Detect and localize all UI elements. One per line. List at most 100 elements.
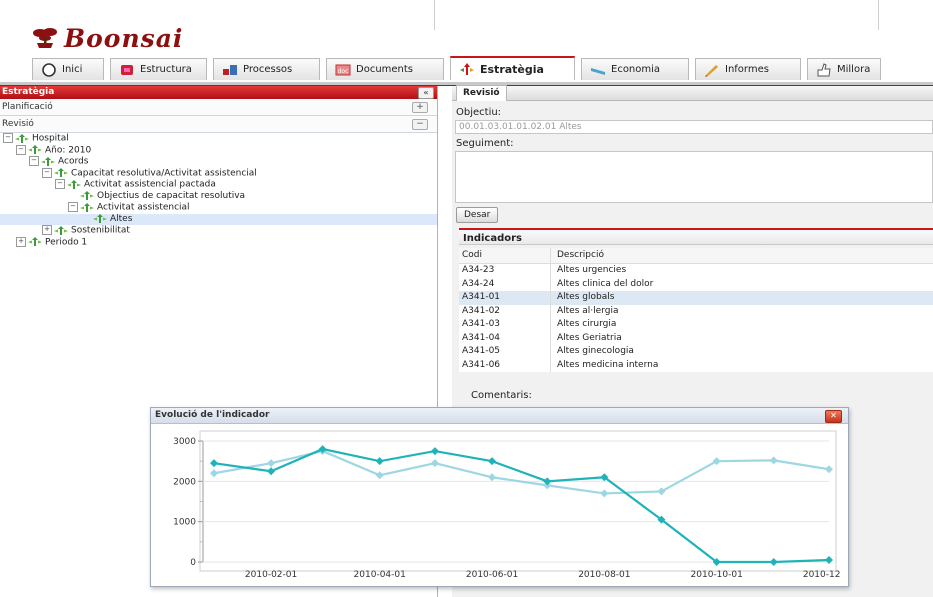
tab-reports[interactable]: Informes <box>695 58 801 80</box>
strategy-node-icon <box>54 225 68 235</box>
tree-node[interactable]: Altes <box>0 213 437 225</box>
collapse-icon[interactable]: − <box>16 144 26 155</box>
tree-node[interactable]: − Activitat assistencial <box>0 202 437 214</box>
expand-icon[interactable]: + <box>42 225 52 235</box>
indicator-evolution-window: Evolució de l'indicador ✕ 0 1000 2000 3000 2… <box>150 407 855 587</box>
tab-label: Processos <box>243 64 293 75</box>
panel-title: Estratègia <box>2 87 55 97</box>
tab-label: Inici <box>62 64 83 75</box>
top-divider <box>434 0 435 30</box>
cell-description: Altes al·lergia <box>557 305 619 316</box>
strategy-node-icon <box>80 202 94 212</box>
panel-header: Estratègia « <box>0 86 437 99</box>
collapse-icon[interactable]: − <box>412 119 428 130</box>
improvement-icon <box>816 62 832 77</box>
indicators-header: Indicadors <box>459 228 933 245</box>
tree-node[interactable]: Objectius de capacitat resolutiva <box>0 190 437 203</box>
column-code[interactable]: Codi <box>459 248 551 263</box>
structure-icon <box>119 63 135 77</box>
tab-improvement[interactable]: Millora <box>807 58 881 80</box>
data-point <box>375 471 384 480</box>
tree-node[interactable]: − Año: 2010 <box>0 144 437 157</box>
cell-description: Altes globals <box>557 292 615 302</box>
tab-structure[interactable]: Estructura <box>110 58 207 80</box>
tree-node[interactable]: − Activitat assistencial pactada <box>0 179 437 191</box>
app-logo: Boonsai <box>32 20 183 56</box>
cell-code: A34-23 <box>459 264 551 278</box>
evolution-chart: 0 1000 2000 3000 2010-02-01 2010-04-01 2010-06… <box>156 427 855 580</box>
tab-home[interactable]: Inici <box>32 58 104 80</box>
data-point <box>769 456 778 465</box>
chart-svg: 0 1000 2000 3000 2010-02-01 2010-04-01 2010-06… <box>173 430 855 580</box>
cell-description: Altes ginecologia <box>557 346 634 356</box>
strategy-node-icon <box>80 190 94 200</box>
collapse-icon[interactable]: − <box>29 156 39 166</box>
cell-code: A34-24 <box>459 277 551 291</box>
app-name: Boonsai <box>64 23 184 53</box>
close-icon[interactable]: ✕ <box>825 410 842 423</box>
objective-field[interactable]: 00.01.03.01.01.02.01 Altes <box>455 120 933 134</box>
table-row[interactable]: A341-05 Altes ginecologia <box>459 345 933 359</box>
table-row[interactable]: A34-24 Altes clinica del dolor <box>459 277 933 291</box>
accordion-revisio[interactable]: Revisió − <box>0 116 437 133</box>
followup-textarea[interactable] <box>455 151 933 203</box>
objective-label: Objectiu: <box>456 107 502 118</box>
table-row[interactable]: A341-01 Altes globals <box>459 291 933 305</box>
tab-label: Documents <box>356 64 414 75</box>
documents-icon: doc <box>335 63 351 77</box>
save-button[interactable]: Desar <box>456 207 499 223</box>
tab-strategy[interactable]: Estratègia <box>450 56 575 80</box>
strategy-node-icon <box>93 213 107 223</box>
cell-code: A341-01 <box>459 291 551 305</box>
home-icon <box>41 62 57 77</box>
tab-revisio[interactable]: Revisió <box>456 85 507 101</box>
tab-label: Estratègia <box>480 62 544 76</box>
window-titlebar[interactable]: Evolució de l'indicador ✕ <box>151 408 848 424</box>
strategy-node-icon <box>15 133 29 143</box>
tree-node-label: Objectius de capacitat resolutiva <box>97 190 246 201</box>
table-row[interactable]: A341-06 Altes medicina interna <box>459 358 933 372</box>
indicators-grid: Codi Descripció A34-23 Altes urgencies A34… <box>459 248 933 372</box>
expand-icon[interactable]: + <box>16 236 26 247</box>
grid-header: Codi Descripció <box>459 248 933 264</box>
tab-label: Economia <box>611 64 661 75</box>
data-point <box>430 459 439 468</box>
series-line <box>213 447 830 564</box>
tab-economy[interactable]: Economia <box>581 58 689 80</box>
cell-description: Altes urgencies <box>557 265 627 275</box>
column-description[interactable]: Descripció <box>551 248 604 263</box>
tree-node-label: Año: 2010 <box>45 145 92 155</box>
table-row[interactable]: A34-23 Altes urgencies <box>459 264 933 278</box>
data-point <box>769 558 778 566</box>
tab-processes[interactable]: Processos <box>213 58 320 80</box>
table-row[interactable]: A341-03 Altes cirurgia <box>459 318 933 332</box>
cell-code: A341-04 <box>459 331 551 345</box>
tab-documents[interactable]: doc Documents <box>326 58 444 80</box>
expand-icon[interactable]: + <box>412 102 428 113</box>
data-point <box>488 473 497 482</box>
comments-label: Comentaris: <box>471 390 532 401</box>
data-point <box>375 457 384 466</box>
tree-node[interactable]: − Acords <box>0 156 437 168</box>
tree-node[interactable]: + Sostenibilitat <box>0 225 437 237</box>
strategy-node-icon <box>67 179 81 189</box>
tab-label: Millora <box>837 64 871 75</box>
collapse-icon[interactable]: − <box>42 167 52 178</box>
x-tick-label: 2010-10-01 <box>691 570 743 579</box>
tree-node[interactable]: + Periodo 1 <box>0 236 437 249</box>
table-row[interactable]: A341-04 Altes Geriatria <box>459 331 933 345</box>
tree-node[interactable]: − Capacitat resolutiva/Activitat assisten… <box>0 167 437 180</box>
accordion-planificacio[interactable]: Planificació + <box>0 99 437 116</box>
collapse-icon[interactable]: − <box>68 202 78 212</box>
tree-node-label: Capacitat resolutiva/Activitat assistenc… <box>71 168 257 178</box>
tree-node[interactable]: − Hospital <box>0 133 437 145</box>
accordion-label: Planificació <box>2 102 53 112</box>
svg-text:doc: doc <box>338 68 349 75</box>
collapse-panel-button[interactable]: « <box>418 87 434 99</box>
reports-icon <box>704 63 720 77</box>
collapse-icon[interactable]: − <box>55 179 65 189</box>
collapse-icon[interactable]: − <box>3 133 13 143</box>
table-row[interactable]: A341-02 Altes al·lergia <box>459 304 933 318</box>
y-tick-label: 1000 <box>173 518 196 528</box>
window-title: Evolució de l'indicador <box>155 410 270 420</box>
